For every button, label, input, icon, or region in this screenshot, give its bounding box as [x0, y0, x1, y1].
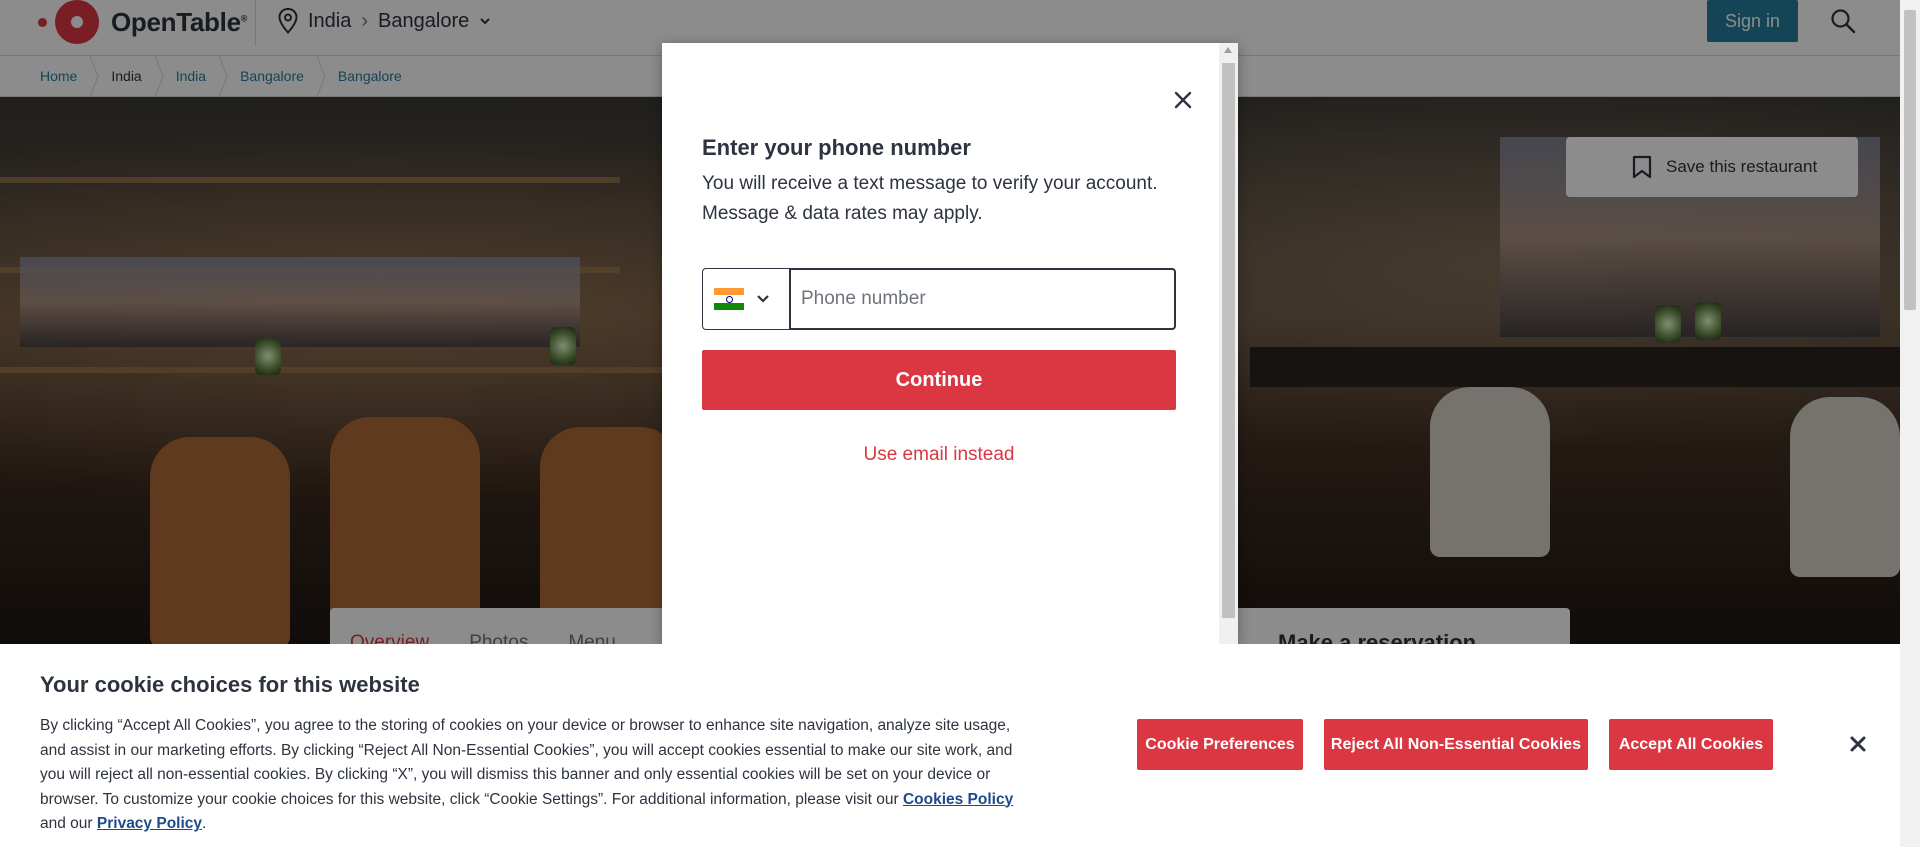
- use-email-link[interactable]: Use email instead: [702, 444, 1176, 466]
- cookie-banner-title: Your cookie choices for this website: [40, 672, 420, 697]
- cookie-banner-text: By clicking “Accept All Cookies”, you ag…: [40, 714, 1030, 837]
- modal-scrollbar-thumb[interactable]: [1222, 63, 1235, 618]
- close-icon[interactable]: [1846, 732, 1870, 756]
- modal-description: You will receive a text message to verif…: [702, 169, 1192, 229]
- scroll-up-arrow-icon[interactable]: [1224, 47, 1232, 53]
- cookie-banner: Your cookie choices for this website By …: [0, 644, 1900, 847]
- continue-button[interactable]: Continue: [702, 350, 1176, 410]
- reject-cookies-button[interactable]: Reject All Non-Essential Cookies: [1324, 719, 1588, 770]
- country-code-select[interactable]: [702, 268, 789, 330]
- cookie-period: .: [202, 815, 207, 832]
- modal-desc-line2: Message & data rates may apply.: [702, 203, 983, 224]
- page-scrollbar-thumb[interactable]: [1904, 10, 1916, 310]
- phone-input-group: [702, 268, 1176, 330]
- modal-scrollbar[interactable]: [1219, 43, 1238, 647]
- accept-cookies-button[interactable]: Accept All Cookies: [1609, 719, 1773, 770]
- cookie-preferences-button[interactable]: Cookie Preferences: [1137, 719, 1303, 770]
- india-flag-icon: [714, 288, 744, 310]
- page-scrollbar[interactable]: [1900, 0, 1920, 847]
- cookie-body-text: By clicking “Accept All Cookies”, you ag…: [40, 717, 1013, 808]
- phone-number-input[interactable]: [789, 268, 1176, 330]
- close-icon[interactable]: [1170, 87, 1196, 113]
- modal-desc-line1: You will receive a text message to verif…: [702, 173, 1158, 194]
- privacy-policy-link[interactable]: Privacy Policy: [97, 815, 202, 832]
- cookies-policy-link[interactable]: Cookies Policy: [903, 791, 1013, 808]
- cookie-and-our: and our: [40, 815, 93, 832]
- phone-verification-modal: Enter your phone number You will receive…: [662, 43, 1238, 647]
- modal-title: Enter your phone number: [702, 135, 971, 160]
- chevron-down-icon: [757, 295, 769, 303]
